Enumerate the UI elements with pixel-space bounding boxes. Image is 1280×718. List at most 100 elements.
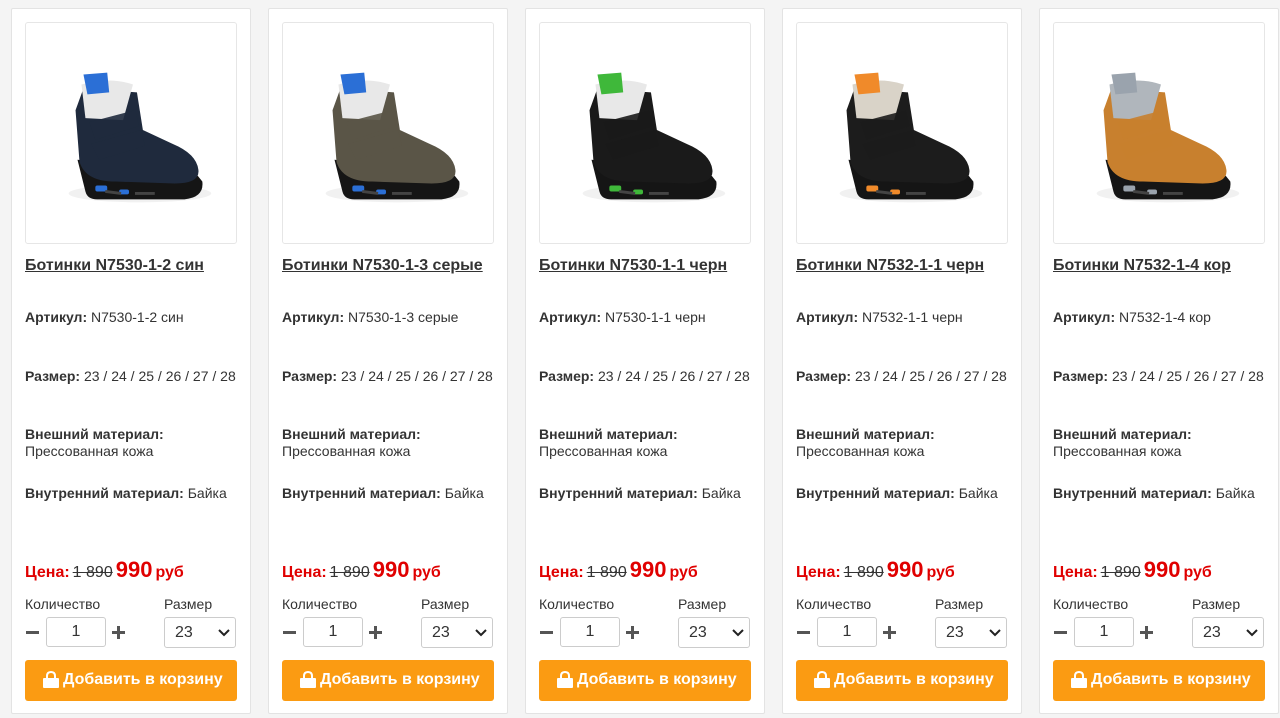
currency: руб — [926, 564, 955, 581]
minus-icon[interactable] — [25, 623, 41, 641]
product-outer-material: Внешний материал: Прессованная кожа — [539, 426, 754, 460]
old-price: 1 890 — [72, 564, 113, 581]
outer-material-label: Внешний материал: — [282, 426, 421, 442]
size-select[interactable]: 23 — [935, 617, 1007, 648]
add-to-cart-button[interactable]: Добавить в корзину — [796, 660, 1008, 701]
sizes-value: 23 / 24 / 25 / 26 / 27 / 28 — [340, 368, 493, 384]
product-title[interactable]: Ботинки N7532-1-4 кор — [1053, 257, 1278, 275]
inner-material-value: Байка — [701, 485, 741, 501]
article-label: Артикул: — [796, 309, 859, 325]
product-sizes: Размер: 23 / 24 / 25 / 26 / 27 / 28 — [1053, 368, 1268, 385]
outer-material-value: Прессованная кожа — [539, 443, 668, 459]
product-card: Ботинки N7530-1-1 черн Артикул: N7530-1-… — [525, 8, 765, 714]
size-label: Размер: — [796, 368, 852, 384]
add-to-cart-label: Добавить в корзину — [834, 671, 994, 688]
chevron-down-icon — [1246, 629, 1258, 637]
product-inner-material: Внутренний материал: Байка — [539, 485, 754, 502]
add-to-cart-button[interactable]: Добавить в корзину — [282, 660, 494, 701]
product-grid: Ботинки N7530-1-2 син Артикул: N7530-1-2… — [11, 8, 1279, 714]
article-value: N7532-1-4 кор — [1119, 309, 1211, 325]
quantity-input[interactable] — [560, 617, 620, 647]
product-outer-material: Внешний материал: Прессованная кожа — [282, 426, 497, 460]
outer-material-value: Прессованная кожа — [1053, 443, 1182, 459]
add-to-cart-label: Добавить в корзину — [320, 671, 480, 688]
quantity-input[interactable] — [817, 617, 877, 647]
product-inner-material: Внутренний материал: Байка — [282, 485, 497, 502]
product-sizes: Размер: 23 / 24 / 25 / 26 / 27 / 28 — [282, 368, 497, 385]
product-image[interactable] — [796, 22, 1008, 244]
size-select-label: Размер — [1192, 596, 1241, 612]
outer-material-label: Внешний материал: — [539, 426, 678, 442]
minus-icon[interactable] — [1053, 623, 1069, 641]
product-outer-material: Внешний материал: Прессованная кожа — [25, 426, 240, 460]
new-price: 990 — [372, 557, 410, 582]
size-select[interactable]: 23 — [421, 617, 493, 648]
product-image[interactable] — [25, 22, 237, 244]
product-title[interactable]: Ботинки N7530-1-2 син — [25, 257, 250, 275]
article-value: N7530-1-3 серые — [348, 309, 459, 325]
product-article: Артикул: N7530-1-1 черн — [539, 309, 754, 326]
price-label: Цена: — [1053, 564, 1098, 581]
sizes-value: 23 / 24 / 25 / 26 / 27 / 28 — [83, 368, 236, 384]
sizes-value: 23 / 24 / 25 / 26 / 27 / 28 — [1111, 368, 1264, 384]
currency: руб — [669, 564, 698, 581]
size-select[interactable]: 23 — [678, 617, 750, 648]
add-to-cart-button[interactable]: Добавить в корзину — [539, 660, 751, 701]
outer-material-label: Внешний материал: — [1053, 426, 1192, 442]
product-price: Цена: 1 890 990 руб — [1053, 557, 1273, 583]
inner-material-label: Внутренний материал: — [796, 485, 955, 501]
plus-icon[interactable] — [111, 623, 127, 641]
product-title[interactable]: Ботинки N7532-1-1 черн — [796, 257, 1021, 275]
product-price: Цена: 1 890 990 руб — [539, 557, 759, 583]
size-select[interactable]: 23 — [164, 617, 236, 648]
quantity-input[interactable] — [46, 617, 106, 647]
currency: руб — [1183, 564, 1212, 581]
article-value: N7530-1-2 син — [91, 309, 184, 325]
product-card: Ботинки N7532-1-1 черн Артикул: N7532-1-… — [782, 8, 1022, 714]
chevron-down-icon — [989, 629, 1001, 637]
minus-icon[interactable] — [796, 623, 812, 641]
product-sizes: Размер: 23 / 24 / 25 / 26 / 27 / 28 — [25, 368, 240, 385]
outer-material-value: Прессованная кожа — [25, 443, 154, 459]
quantity-input[interactable] — [1074, 617, 1134, 647]
product-title[interactable]: Ботинки N7530-1-1 черн — [539, 257, 764, 275]
minus-icon[interactable] — [539, 623, 555, 641]
plus-icon[interactable] — [625, 623, 641, 641]
size-select[interactable]: 23 — [1192, 617, 1264, 648]
add-to-cart-label: Добавить в корзину — [1091, 671, 1251, 688]
article-value: N7530-1-1 черн — [605, 309, 706, 325]
product-image[interactable] — [1053, 22, 1265, 244]
quantity-input[interactable] — [303, 617, 363, 647]
chevron-down-icon — [218, 629, 230, 637]
size-select-value: 23 — [1203, 624, 1221, 641]
chevron-down-icon — [732, 629, 744, 637]
add-to-cart-button[interactable]: Добавить в корзину — [1053, 660, 1265, 701]
product-inner-material: Внутренний материал: Байка — [1053, 485, 1268, 502]
minus-icon[interactable] — [282, 623, 298, 641]
price-label: Цена: — [282, 564, 327, 581]
add-to-cart-label: Добавить в корзину — [577, 671, 737, 688]
product-article: Артикул: N7530-1-2 син — [25, 309, 240, 326]
boot-image — [839, 72, 983, 203]
boot-image — [1096, 72, 1240, 203]
currency: руб — [412, 564, 441, 581]
new-price: 990 — [886, 557, 924, 582]
product-image[interactable] — [282, 22, 494, 244]
size-select-label: Размер — [935, 596, 984, 612]
sizes-value: 23 / 24 / 25 / 26 / 27 / 28 — [597, 368, 750, 384]
size-select-label: Размер — [421, 596, 470, 612]
add-to-cart-button[interactable]: Добавить в корзину — [25, 660, 237, 701]
plus-icon[interactable] — [368, 623, 384, 641]
plus-icon[interactable] — [882, 623, 898, 641]
product-card: Ботинки N7530-1-3 серые Артикул: N7530-1… — [268, 8, 508, 714]
size-select-value: 23 — [689, 624, 707, 641]
product-title[interactable]: Ботинки N7530-1-3 серые — [282, 257, 507, 275]
product-image[interactable] — [539, 22, 751, 244]
article-label: Артикул: — [282, 309, 345, 325]
plus-icon[interactable] — [1139, 623, 1155, 641]
inner-material-value: Байка — [1215, 485, 1255, 501]
article-label: Артикул: — [25, 309, 88, 325]
product-price: Цена: 1 890 990 руб — [25, 557, 245, 583]
inner-material-label: Внутренний материал: — [25, 485, 184, 501]
add-to-cart-label: Добавить в корзину — [63, 671, 223, 688]
